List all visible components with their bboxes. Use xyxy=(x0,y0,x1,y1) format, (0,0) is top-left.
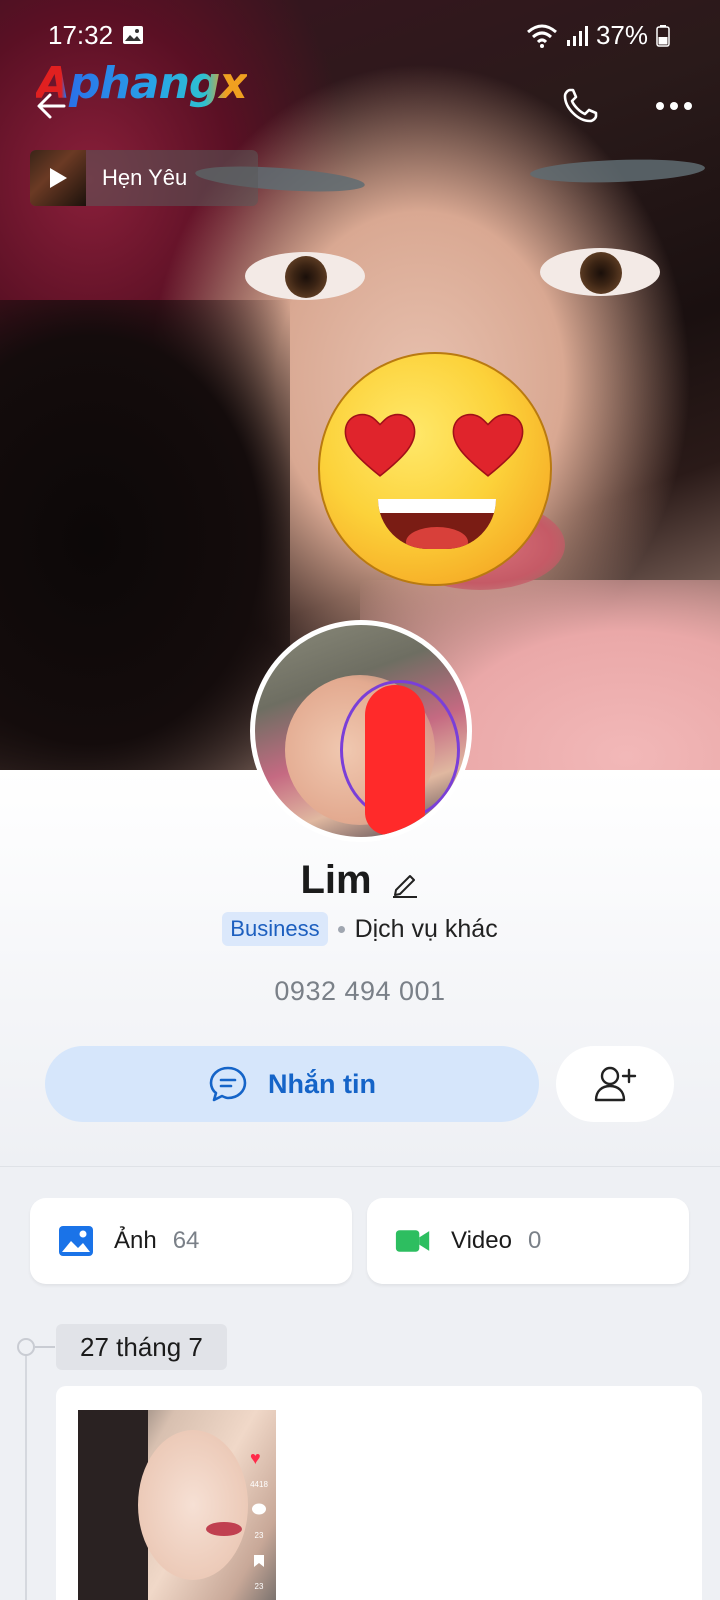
heart-left-icon xyxy=(344,413,416,477)
message-button-label: Nhắn tin xyxy=(268,1068,376,1099)
business-badge: Business xyxy=(222,912,328,946)
cover-eye-right xyxy=(540,248,660,296)
business-category: Dịch vụ khác xyxy=(354,914,498,943)
phone-number: 0932 494 001 xyxy=(274,976,446,1006)
avatar-redaction-mark xyxy=(365,685,425,835)
more-dot xyxy=(670,102,678,110)
heart-right-icon xyxy=(452,413,524,477)
post-thumbnail[interactable]: ♥ 4418 23 23 xyxy=(78,1410,276,1600)
video-camera-icon xyxy=(395,1230,430,1252)
chat-bubble-icon xyxy=(209,1066,247,1102)
photos-label: Ảnh xyxy=(114,1227,157,1254)
photos-card[interactable]: Ảnh 64 xyxy=(30,1198,352,1284)
battery-percent: 37% xyxy=(595,20,648,50)
thumb-comment-count: 23 xyxy=(254,1531,264,1540)
comment-icon xyxy=(252,1503,266,1515)
videos-count: 0 xyxy=(527,1227,542,1254)
thumb-side-actions: ♥ 4418 23 23 xyxy=(248,1448,270,1591)
play-icon xyxy=(50,168,67,188)
music-title: Hẹn Yêu xyxy=(102,165,188,190)
timeline-node xyxy=(17,1338,55,1356)
timeline-line xyxy=(25,1354,27,1600)
thumb-like-count: 4418 xyxy=(250,1480,268,1489)
avatar[interactable] xyxy=(250,620,472,842)
more-dot xyxy=(656,102,664,110)
profile-music-chip[interactable]: Hẹn Yêu xyxy=(30,150,258,206)
thumb-save-count: 23 xyxy=(254,1582,264,1591)
cover-eyebrow-right xyxy=(529,156,706,186)
phone-icon[interactable] xyxy=(560,86,600,126)
videos-label: Video xyxy=(451,1227,512,1254)
heart-icon: ♥ xyxy=(250,1448,261,1468)
more-icon[interactable] xyxy=(656,92,692,120)
add-user-icon xyxy=(594,1066,637,1102)
emoji-mouth xyxy=(378,499,496,549)
status-time: 17:32 xyxy=(48,20,114,50)
status-right-group: 37% xyxy=(526,20,670,51)
cover-hair-shape xyxy=(0,300,290,770)
thumb-face-shape xyxy=(138,1430,248,1580)
videos-card[interactable]: Video 0 xyxy=(367,1198,689,1284)
wifi-icon xyxy=(526,24,557,48)
thumb-lip-shape xyxy=(206,1522,242,1536)
photos-count: 64 xyxy=(172,1227,200,1254)
separator-dot xyxy=(337,925,345,933)
image-icon xyxy=(123,26,143,44)
more-dot xyxy=(684,102,692,110)
heart-eyes-emoji-sticker xyxy=(318,352,552,586)
signal-icon xyxy=(566,25,588,46)
message-button[interactable]: Nhắn tin xyxy=(45,1046,539,1122)
cover-eye-left xyxy=(245,252,365,300)
timeline-post[interactable]: ♥ 4418 23 23 xyxy=(56,1386,702,1600)
profile-tags: Business Dịch vụ khác xyxy=(0,912,720,946)
battery-icon xyxy=(656,24,670,47)
music-thumbnail xyxy=(30,150,86,206)
profile-name: Lim xyxy=(300,858,372,902)
timeline-date: 27 tháng 7 xyxy=(56,1324,227,1370)
section-divider xyxy=(0,1166,720,1167)
profile-name-row: Lim xyxy=(0,858,720,903)
bookmark-icon xyxy=(254,1555,264,1567)
image-icon xyxy=(59,1226,93,1256)
add-friend-button[interactable] xyxy=(556,1046,674,1122)
edit-pencil-icon[interactable] xyxy=(390,868,420,898)
back-arrow-icon[interactable] xyxy=(34,88,70,124)
